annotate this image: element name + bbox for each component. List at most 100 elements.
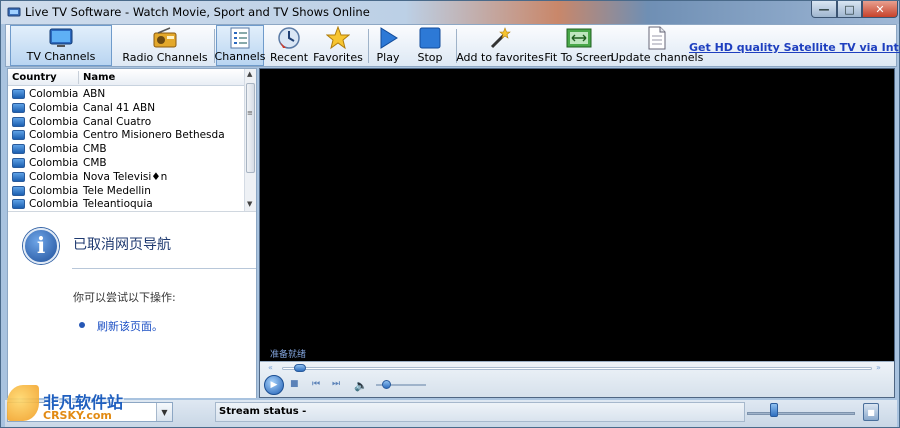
channel-name: Centro Misionero Bethesda (83, 129, 225, 142)
channels-button-label: Channels (214, 50, 266, 63)
channel-name: Nova Televisi♦n (83, 170, 168, 183)
player-controls: « » ▶ ■ ⏮ ⏭ 🔈 (260, 361, 894, 397)
tv-icon (12, 171, 25, 182)
info-icon: i (23, 228, 59, 264)
channel-row[interactable]: Colombia Nova Televisi♦n (8, 170, 244, 184)
add-to-favorites-button[interactable]: Add to favorites (456, 25, 544, 66)
app-icon (7, 7, 21, 17)
scroll-grip-icon: ≡ (247, 109, 253, 117)
fit-to-screen-button[interactable]: Fit To Screen (544, 25, 614, 66)
maximize-button[interactable]: □ (837, 1, 862, 18)
watermark-logo-icon (7, 385, 39, 421)
channel-name: CMB (83, 156, 107, 169)
stream-status: Stream status - (215, 402, 745, 422)
seek-bar[interactable] (282, 367, 872, 370)
volume-icon[interactable]: ■ (863, 403, 879, 421)
recent-button[interactable]: Recent (266, 25, 312, 66)
tv-icon (12, 89, 25, 99)
window-title: Live TV Software - Watch Movie, Sport an… (25, 5, 370, 19)
stop-button-label: Stop (417, 51, 443, 64)
app-window: Live TV Software - Watch Movie, Sport an… (0, 0, 900, 428)
title-bar[interactable]: Live TV Software - Watch Movie, Sport an… (1, 1, 899, 24)
channel-row[interactable]: Colombia CMB (8, 142, 244, 156)
minimize-button[interactable]: — (811, 1, 837, 18)
chevron-down-icon[interactable]: ▼ (156, 403, 172, 421)
channel-row[interactable]: Colombia CMB (8, 156, 244, 170)
magic-wand-icon (487, 26, 513, 50)
tv-icon (12, 130, 25, 141)
channel-country: Colombia (29, 143, 79, 156)
navigation-canceled-panel: i 已取消网页导航 你可以尝试以下操作: 刷新该页面。 (8, 212, 256, 398)
tv-icon (12, 185, 25, 196)
update-channels-button[interactable]: Update channels (611, 25, 703, 66)
channel-name: Canal 41 ABN (83, 101, 156, 114)
channel-row[interactable]: Colombia Tele Medellin (8, 184, 244, 198)
channel-row[interactable]: Colombia Teleantioquia (8, 197, 244, 211)
tv-icon (12, 144, 25, 155)
previous-icon[interactable]: ⏮ (312, 379, 320, 389)
tab-tv-channels[interactable]: TV Channels (10, 25, 112, 66)
status-bar: ▼ Stream status - ■ (5, 400, 897, 427)
seek-handle[interactable] (293, 364, 306, 372)
buffer-slider[interactable] (747, 412, 855, 415)
favorites-button[interactable]: Favorites (312, 25, 364, 66)
recent-icon (276, 26, 302, 50)
channel-list: Colombia ABN Colombia Canal 41 ABN Colombi… (8, 87, 244, 211)
channel-country: Colombia (29, 101, 79, 114)
seek-forward-icon[interactable]: » (876, 363, 881, 372)
column-divider[interactable] (78, 71, 79, 84)
tv-icon (12, 157, 25, 168)
channel-row[interactable]: Colombia Centro Misionero Bethesda (8, 128, 244, 142)
toolbar: TV Channels Radio Channels Channels Rece… (5, 24, 900, 67)
play-button[interactable]: Play (370, 25, 406, 66)
buffer-slider-handle[interactable] (770, 403, 778, 417)
star-icon (325, 26, 351, 50)
scroll-up-icon[interactable]: ▲ (247, 70, 252, 78)
channel-row[interactable]: Colombia Canal Cuatro (8, 115, 244, 129)
stream-status-label: Stream status - (219, 406, 307, 417)
scroll-down-icon[interactable]: ▼ (247, 200, 252, 208)
close-button[interactable]: ✕ (862, 1, 898, 18)
site-watermark: 非凡软件站 CRSKY.com (1, 381, 133, 427)
list-icon (227, 26, 253, 49)
channel-list-header: Country Name (8, 69, 244, 86)
column-header-name[interactable]: Name (83, 72, 115, 83)
error-suggestion: 你可以尝试以下操作: (73, 291, 176, 304)
stop-icon (417, 26, 443, 50)
channel-name: Canal Cuatro (83, 115, 152, 128)
favorites-button-label: Favorites (313, 51, 363, 64)
player-stop-icon[interactable]: ■ (290, 379, 299, 389)
toolbar-separator (368, 29, 369, 63)
add-to-favorites-label: Add to favorites (456, 51, 544, 64)
tv-icon (12, 199, 25, 210)
tv-icon (12, 116, 25, 127)
channel-name: ABN (83, 88, 106, 100)
tab-radio-channels[interactable]: Radio Channels (114, 25, 216, 66)
player-play-button[interactable]: ▶ (264, 375, 284, 395)
channel-name: CMB (83, 143, 107, 156)
channel-country: Colombia (29, 198, 79, 211)
scrollbar-thumb[interactable] (246, 83, 255, 173)
next-icon[interactable]: ⏭ (332, 379, 340, 389)
channel-row[interactable]: Colombia Canal 41 ABN (8, 101, 244, 115)
stop-button[interactable]: Stop (410, 25, 450, 66)
volume-handle[interactable] (382, 380, 391, 389)
channel-country: Colombia (29, 115, 79, 128)
satellite-tv-link[interactable]: Get HD quality Satellite TV via Internet (689, 41, 900, 54)
tv-icon (12, 102, 25, 113)
bullet-icon (79, 322, 85, 328)
channel-name: Teleantioquia (83, 198, 153, 211)
column-header-country[interactable]: Country (12, 72, 57, 83)
channel-row[interactable]: Colombia ABN (8, 87, 244, 101)
error-divider (72, 268, 256, 269)
channel-list-scrollbar[interactable]: ▲ ≡ ▼ (244, 69, 256, 211)
refresh-page-link[interactable]: 刷新该页面。 (97, 318, 163, 334)
video-player[interactable]: 准备就绪 « » ▶ ■ ⏮ ⏭ 🔈 (259, 68, 895, 398)
channel-country: Colombia (29, 88, 79, 100)
channel-name: Tele Medellin (83, 184, 151, 197)
seek-back-icon[interactable]: « (268, 363, 273, 372)
tab-radio-channels-label: Radio Channels (122, 51, 208, 64)
channel-country: Colombia (29, 170, 79, 183)
speaker-icon[interactable]: 🔈 (354, 379, 368, 392)
channels-button[interactable]: Channels (214, 25, 266, 66)
